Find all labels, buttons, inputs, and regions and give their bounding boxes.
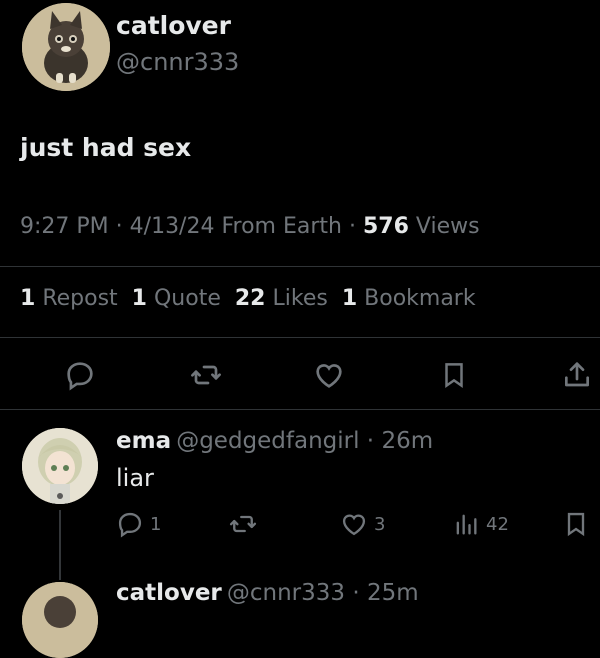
meta-separator: ·	[348, 214, 363, 239]
reply-author-name[interactable]: ema	[116, 428, 171, 454]
views-label: Views	[415, 214, 480, 239]
reply-author-handle[interactable]: @gedgedfangirl	[176, 428, 359, 454]
quotes-label: Quote	[153, 286, 221, 311]
repost-icon	[228, 510, 258, 538]
tweet-date[interactable]: 4/13/24	[130, 214, 215, 239]
reply-text: liar	[116, 464, 154, 492]
divider	[0, 409, 600, 410]
likes-label: Likes	[272, 286, 328, 311]
next-reply-avatar[interactable]	[22, 582, 98, 658]
meta-separator: ·	[115, 214, 130, 239]
reply-reply-count: 1	[150, 513, 162, 535]
repost-icon[interactable]	[188, 357, 224, 393]
reply-views-action[interactable]: 42	[452, 510, 509, 538]
tweet-time[interactable]: 9:27 PM	[20, 214, 109, 239]
views-count: 576	[362, 214, 409, 239]
next-reply-header: catlover @cnnr333 · 25m	[116, 580, 419, 606]
tweet-stats: 1 Repost 1 Quote 22 Likes 1 Bookmark	[20, 286, 476, 311]
bookmarks-stat[interactable]: 1 Bookmark	[342, 286, 476, 311]
reposts-stat[interactable]: 1 Repost	[20, 286, 118, 311]
divider	[0, 266, 600, 267]
divider	[0, 337, 600, 338]
next-reply-author-handle[interactable]: @cnnr333	[227, 580, 345, 606]
quotes-stat[interactable]: 1 Quote	[132, 286, 221, 311]
author-handle[interactable]: @cnnr333	[116, 48, 239, 76]
next-reply-time[interactable]: 25m	[367, 580, 419, 606]
author-name[interactable]: catlover	[116, 11, 231, 40]
reply-icon	[116, 510, 144, 538]
tweet-meta: 9:27 PM · 4/13/24 From Earth · 576 Views	[20, 214, 480, 239]
next-reply-author-name[interactable]: catlover	[116, 580, 222, 606]
reply-like-action[interactable]: 3	[340, 510, 385, 538]
author-avatar[interactable]	[22, 3, 110, 91]
reply-repost-action[interactable]	[228, 510, 264, 538]
bookmark-icon[interactable]	[562, 510, 590, 538]
share-icon[interactable]	[559, 357, 595, 393]
thread-line	[59, 510, 61, 580]
tweet-text: just had sex	[20, 133, 192, 162]
tweet-location: From Earth	[221, 214, 342, 239]
reply-author-avatar[interactable]	[22, 428, 98, 504]
reply-like-count: 3	[374, 513, 386, 535]
reply-header: ema @gedgedfangirl · 26m	[116, 428, 433, 454]
like-icon[interactable]	[311, 357, 347, 393]
reply-icon[interactable]	[62, 357, 98, 393]
reply-reply-action[interactable]: 1	[116, 510, 161, 538]
bookmarks-count: 1	[341, 286, 358, 311]
reply-separator: ·	[359, 428, 382, 454]
like-icon	[340, 510, 368, 538]
reply-views-count: 42	[486, 513, 509, 535]
reposts-label: Repost	[42, 286, 118, 311]
bookmark-icon[interactable]	[436, 357, 472, 393]
reply-time[interactable]: 26m	[381, 428, 433, 454]
likes-count: 22	[234, 286, 266, 311]
next-reply-separator: ·	[345, 580, 367, 606]
views-icon	[452, 510, 480, 538]
reposts-count: 1	[20, 286, 36, 311]
bookmarks-label: Bookmark	[364, 286, 476, 311]
likes-stat[interactable]: 22 Likes	[235, 286, 328, 311]
quotes-count: 1	[131, 286, 147, 311]
